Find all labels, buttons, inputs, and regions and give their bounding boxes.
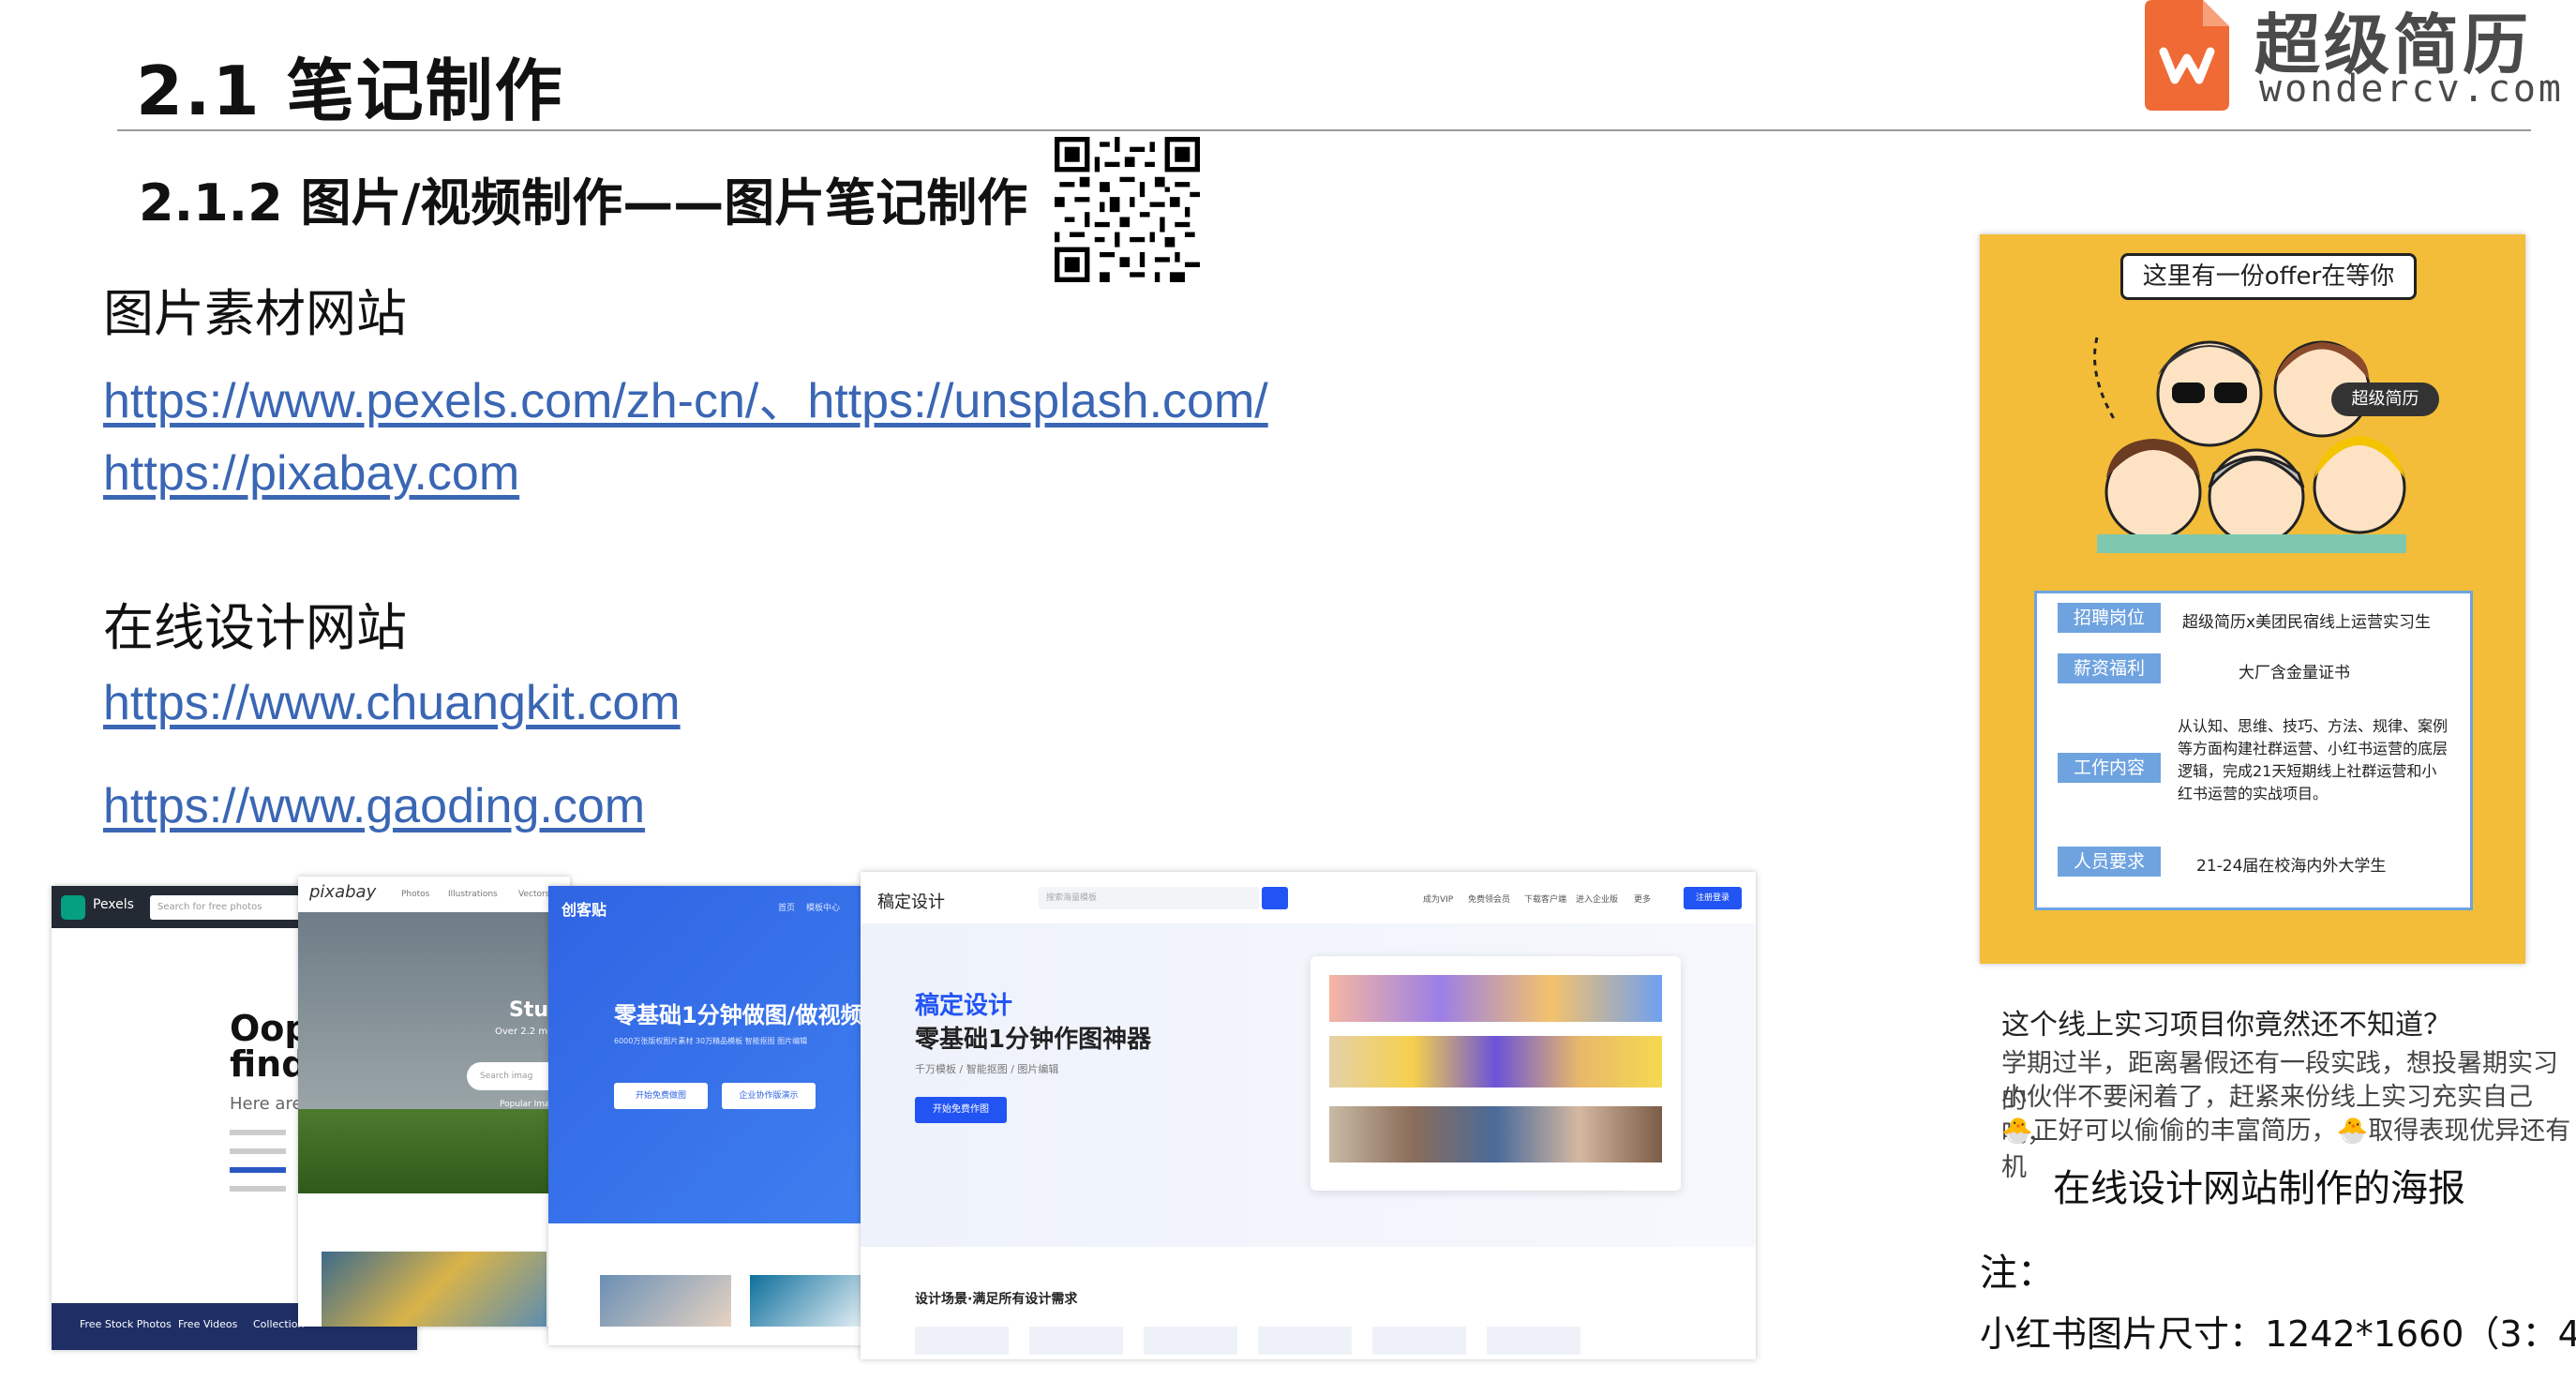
gaoding-search-icon[interactable] — [1262, 887, 1288, 909]
gaoding-login-button[interactable]: 注册登录 — [1684, 887, 1742, 909]
gaoding-nav-more[interactable]: 更多 — [1634, 892, 1651, 905]
gaoding-hero-sub: 千万模板 / 智能抠图 / 图片编辑 — [915, 1063, 1059, 1075]
chuangkit-thumbnail-2[interactable] — [750, 1275, 862, 1327]
note-text: 小红书图片尺寸：1242*1660（3：4） — [1980, 1313, 2576, 1355]
pixabay-hero-field — [298, 1109, 570, 1193]
wondercv-logo-icon — [2145, 0, 2229, 111]
chuangkit-sub: 6000万张版权图片素材 30万精品模板 智能抠图 图片编辑 — [614, 1037, 808, 1045]
pexels-search-placeholder: Search for free photos — [157, 902, 262, 912]
pixabay-thumbnail[interactable] — [322, 1252, 547, 1327]
chuangkit-brand: 创客贴 — [562, 901, 607, 919]
gaoding-nav-vip[interactable]: 成为VIP — [1423, 892, 1453, 905]
gaoding-hero-subtitle: 零基础1分钟作图神器 — [915, 1026, 1152, 1054]
title-divider — [117, 129, 2531, 131]
chuangkit-nav-home[interactable]: 首页 — [778, 901, 795, 913]
pixabay-nav-vectors[interactable]: Vectors — [518, 890, 549, 899]
chuangkit-enterprise-button[interactable]: 企业协作版演示 — [722, 1083, 816, 1109]
gaoding-brand: 稿定设计 — [877, 892, 945, 912]
chuangkit-headline: 零基础1分钟做图/做视频 — [614, 1002, 862, 1028]
gaoding-template-preview — [1310, 956, 1681, 1191]
link-pexels-unsplash[interactable]: https://www.pexels.com/zh-cn/、https://un… — [103, 361, 1268, 431]
gaoding-screenshot: 稿定设计 搜索海量模板 成为VIP 免费领会员 下载客户端 进入企业版 更多 注… — [861, 872, 1756, 1359]
link-gaoding[interactable]: https://www.gaoding.com — [103, 778, 645, 834]
poster-row-value-content: 从认知、思维、技巧、方法、规律、案例等方面构建社群运营、小红书运营的底层逻辑，完… — [2178, 717, 2449, 802]
xiaohongshu-poster: 这里有一份offer在等你 超级简历 招聘岗位 超级简历x美团民宿线上运营实习生… — [1980, 234, 2525, 964]
gaoding-nav-free[interactable]: 免费领会员 — [1468, 892, 1510, 905]
poster-row-value-requirements: 21-24届在校海内外大学生 — [2196, 857, 2387, 876]
chuangkit-thumbnail-1[interactable] — [600, 1275, 731, 1327]
section-heading-design: 在线设计网站 — [103, 598, 407, 657]
pixabay-nav-photos[interactable]: Photos — [401, 890, 429, 899]
gaoding-topbar — [861, 872, 1756, 924]
slide-title: 2.1 笔记制作 — [136, 52, 564, 130]
poster-row-value-salary: 大厂含金量证书 — [2239, 664, 2350, 682]
chuangkit-start-button[interactable]: 开始免费做图 — [614, 1083, 708, 1109]
pixabay-nav-illustrations[interactable]: Illustrations — [448, 890, 498, 899]
pexels-heading-2: find — [230, 1043, 307, 1085]
gaoding-nav-download[interactable]: 下载客户端 — [1524, 892, 1566, 905]
gaoding-cta-button[interactable]: 开始免费作图 — [915, 1097, 1007, 1123]
pexels-logo-icon — [61, 895, 85, 920]
poster-caption: 在线设计网站制作的海报 — [2053, 1167, 2465, 1210]
pexels-footer-link-videos[interactable]: Free Videos — [178, 1318, 237, 1330]
chuangkit-nav-templates[interactable]: 模板中心 — [806, 901, 840, 913]
pexels-footer-link-photos[interactable]: Free Stock Photos — [80, 1318, 172, 1330]
poster-banner: 这里有一份offer在等你 — [2120, 253, 2417, 300]
poster-row-label-position: 招聘岗位 — [2058, 603, 2161, 633]
poster-row-label-salary: 薪资福利 — [2058, 653, 2161, 683]
slide-subtitle: 2.1.2 图片/视频制作——图片笔记制作 — [139, 173, 1028, 232]
pixabay-screenshot: pixabay Photos Illustrations Vectors Stu… — [298, 877, 570, 1327]
poster-info-card: 招聘岗位 超级简历x美团民宿线上运营实习生 薪资福利 大厂含金量证书 工作内容 … — [2034, 591, 2473, 910]
poster-tag: 超级简历 — [2331, 382, 2439, 416]
link-chuangkit[interactable]: https://www.chuangkit.com — [103, 675, 681, 731]
poster-row-label-requirements: 人员要求 — [2058, 847, 2161, 877]
poster-row-label-content: 工作内容 — [2058, 753, 2161, 783]
pexels-bullets — [230, 1130, 286, 1192]
section-heading-images: 图片素材网站 — [103, 284, 407, 343]
pexels-brand: Pexels — [93, 897, 134, 912]
link-pixabay[interactable]: https://pixabay.com — [103, 445, 519, 502]
pexels-footer-link-collections[interactable]: Collection — [253, 1318, 304, 1330]
gaoding-nav-enterprise[interactable]: 进入企业版 — [1576, 892, 1618, 905]
note-label: 注： — [1980, 1252, 2055, 1295]
pixabay-brand: pixabay — [309, 882, 377, 902]
gaoding-scenes-heading: 设计场景·满足所有设计需求 — [915, 1292, 1078, 1307]
chuangkit-screenshot: 创客贴 首页 模板中心 零基础1分钟做图/做视频 6000万张版权图片素材 30… — [548, 886, 862, 1345]
logo-text-en: wondercv.com — [2259, 68, 2564, 111]
poster-desc-title: 这个线上实习项目你竟然还不知道？ — [2001, 1009, 2451, 1042]
gaoding-search-input[interactable]: 搜索海量模板 — [1039, 887, 1259, 909]
chuangkit-hero — [548, 886, 862, 1223]
qr-code-icon — [1055, 137, 1200, 282]
gaoding-scene-row — [915, 1327, 1712, 1355]
poster-characters-illustration — [2093, 337, 2406, 553]
gaoding-hero-title: 稿定设计 — [915, 992, 1013, 1020]
poster-row-value-position: 超级简历x美团民宿线上运营实习生 — [2182, 613, 2432, 632]
